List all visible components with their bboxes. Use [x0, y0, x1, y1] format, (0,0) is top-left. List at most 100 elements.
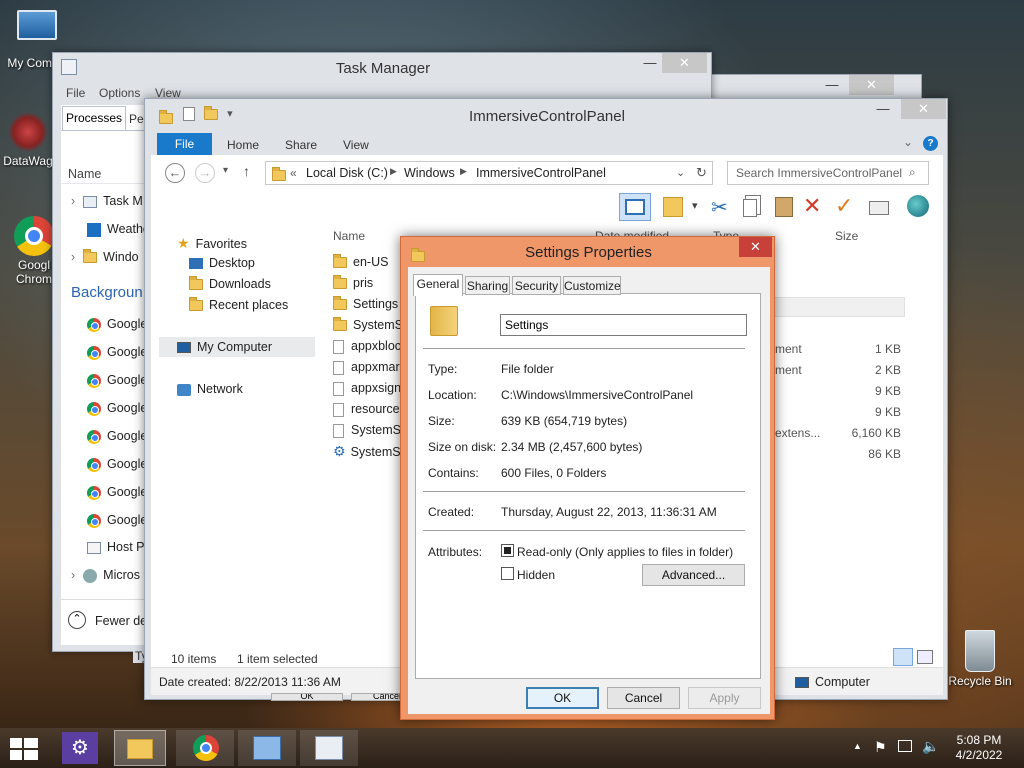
taskbar-control-panel[interactable]	[238, 730, 296, 766]
file-row[interactable]: SystemS	[333, 315, 405, 336]
close-button[interactable]: ✕	[662, 53, 707, 73]
hidden-checkbox[interactable]	[501, 567, 514, 580]
close-button[interactable]: ✕	[739, 237, 772, 257]
desktop-icon-datawag[interactable]: DataWag	[0, 112, 56, 168]
ribbon-tab-file[interactable]: File	[157, 133, 212, 155]
file-row[interactable]: ⚙ SystemS	[333, 441, 405, 462]
close-button[interactable]: ✕	[849, 75, 894, 95]
desktop-icon-recycle-bin[interactable]: Recycle Bin	[940, 630, 1020, 688]
computer-icon	[17, 10, 57, 40]
network-icon[interactable]	[898, 740, 912, 752]
size-label: Size:	[428, 414, 455, 428]
help-icon[interactable]: ?	[923, 136, 938, 151]
contains-value: 600 Files, 0 Folders	[501, 466, 607, 480]
back-button[interactable]: ←	[165, 163, 185, 183]
size-cell: 2 KB	[874, 363, 901, 377]
clock-date: 4/2/2022	[955, 748, 1003, 762]
breadcrumb-local-disk[interactable]: Local Disk (C:)	[306, 166, 388, 180]
nav-downloads[interactable]: Downloads	[189, 276, 271, 291]
minimize-button[interactable]: —	[635, 53, 665, 73]
rename-icon[interactable]	[869, 201, 889, 215]
chevron-down-icon[interactable]: ⌄	[676, 166, 685, 179]
file-row[interactable]: SystemS	[333, 420, 405, 441]
large-icons-view-button[interactable]	[917, 650, 933, 664]
taskbar-chrome[interactable]	[176, 730, 234, 766]
checkmark-icon[interactable]: ✓	[835, 193, 853, 219]
paste-icon[interactable]	[775, 197, 793, 217]
clock[interactable]: 5:08 PM 4/2/2022	[944, 733, 1014, 763]
minimize-button[interactable]: —	[869, 99, 897, 119]
file-row[interactable]: pris	[333, 273, 405, 294]
desktop-icon-my-computer[interactable]: My Comp	[2, 10, 72, 70]
chevron-up-icon[interactable]: ⌃	[68, 611, 86, 629]
search-input[interactable]: Search ImmersiveControlPanel	[727, 161, 929, 185]
ok-button[interactable]: OK	[526, 687, 599, 709]
column-name[interactable]: Name	[68, 167, 101, 181]
created-label: Created:	[428, 505, 475, 519]
nav-my-computer[interactable]: My Computer	[177, 340, 272, 354]
close-button[interactable]: ✕	[901, 99, 946, 119]
start-button[interactable]	[10, 738, 38, 760]
readonly-checkbox[interactable]	[501, 544, 514, 557]
datawag-icon	[8, 112, 48, 152]
advanced-button[interactable]: Advanced...	[642, 564, 745, 586]
column-size[interactable]: Size	[835, 229, 858, 243]
cancel-button[interactable]: Cancel	[607, 687, 680, 709]
size-on-disk-value: 2.34 MB (2,457,600 bytes)	[501, 440, 643, 454]
up-button[interactable]: ↑	[243, 163, 250, 179]
copy-icon[interactable]	[743, 199, 757, 217]
tab-processes[interactable]: Processes	[62, 106, 126, 130]
file-row[interactable]: appxmar	[333, 357, 405, 378]
taskbar-file-explorer[interactable]	[114, 730, 166, 766]
network-globe-icon[interactable]	[907, 195, 929, 217]
taskbar-task-manager[interactable]	[300, 730, 358, 766]
type-label: Type:	[428, 362, 458, 376]
nav-recent-places[interactable]: Recent places	[189, 297, 288, 312]
column-name[interactable]: Name	[333, 229, 365, 243]
tab-security[interactable]: Security	[512, 276, 561, 295]
menu-file[interactable]: File	[66, 86, 85, 100]
menu-options[interactable]: Options	[99, 86, 140, 100]
chevron-down-icon[interactable]: ▾	[692, 199, 698, 212]
chrome-icon	[87, 485, 101, 500]
delete-icon[interactable]: ✕	[803, 193, 821, 219]
volume-icon[interactable]: 🔈	[922, 738, 939, 755]
forward-button[interactable]: →	[195, 163, 215, 183]
show-hidden-icons[interactable]: ▲	[853, 741, 862, 751]
desktop-icon-label: Googl Chrom	[15, 258, 52, 286]
recent-locations-icon[interactable]: ▾	[223, 165, 228, 176]
address-bar[interactable]: « Local Disk (C:) ▶ Windows ▶ ImmersiveC…	[265, 161, 713, 185]
search-icon[interactable]: ⌕	[909, 165, 916, 180]
folder-name-input[interactable]: Settings	[500, 314, 747, 336]
breadcrumb-immersive[interactable]: ImmersiveControlPanel	[476, 166, 606, 180]
details-view-button[interactable]	[893, 648, 913, 666]
contains-label: Contains:	[428, 466, 479, 480]
apply-button[interactable]: Apply	[688, 687, 761, 709]
tab-customize[interactable]: Customize	[563, 276, 621, 295]
cut-icon[interactable]: ✂	[711, 195, 728, 220]
file-row[interactable]: appxsign	[333, 378, 405, 399]
nav-favorites[interactable]: ★ Favorites	[177, 235, 247, 252]
nav-network[interactable]: Network	[177, 382, 243, 396]
expand-ribbon-icon[interactable]: ⌄	[903, 135, 913, 149]
preview-pane-button[interactable]	[619, 193, 651, 221]
folder-options-icon[interactable]	[663, 197, 683, 217]
refresh-icon[interactable]: ↻	[696, 165, 707, 181]
ribbon-tab-home[interactable]: Home	[227, 138, 259, 152]
minimize-button[interactable]: —	[817, 75, 847, 95]
ribbon-tab-share[interactable]: Share	[285, 138, 317, 152]
breadcrumb-windows[interactable]: Windows	[404, 166, 455, 180]
file-row[interactable]: en-US	[333, 252, 405, 273]
properties-title: Settings Properties	[525, 244, 652, 261]
file-row[interactable]: appxbloc	[333, 336, 405, 357]
nav-desktop[interactable]: Desktop	[189, 256, 255, 270]
hidden-label: Hidden	[517, 568, 556, 582]
tab-sharing[interactable]: Sharing	[465, 276, 510, 295]
location-label: Location:	[428, 388, 477, 402]
ribbon-tab-view[interactable]: View	[343, 138, 369, 152]
action-center-flag-icon[interactable]: ⚑	[874, 739, 887, 756]
settings-gear-icon[interactable]: ⚙	[62, 732, 98, 764]
file-row[interactable]: resource	[333, 399, 405, 420]
tab-general[interactable]: General	[413, 274, 463, 296]
file-row[interactable]: Settings	[333, 294, 405, 315]
